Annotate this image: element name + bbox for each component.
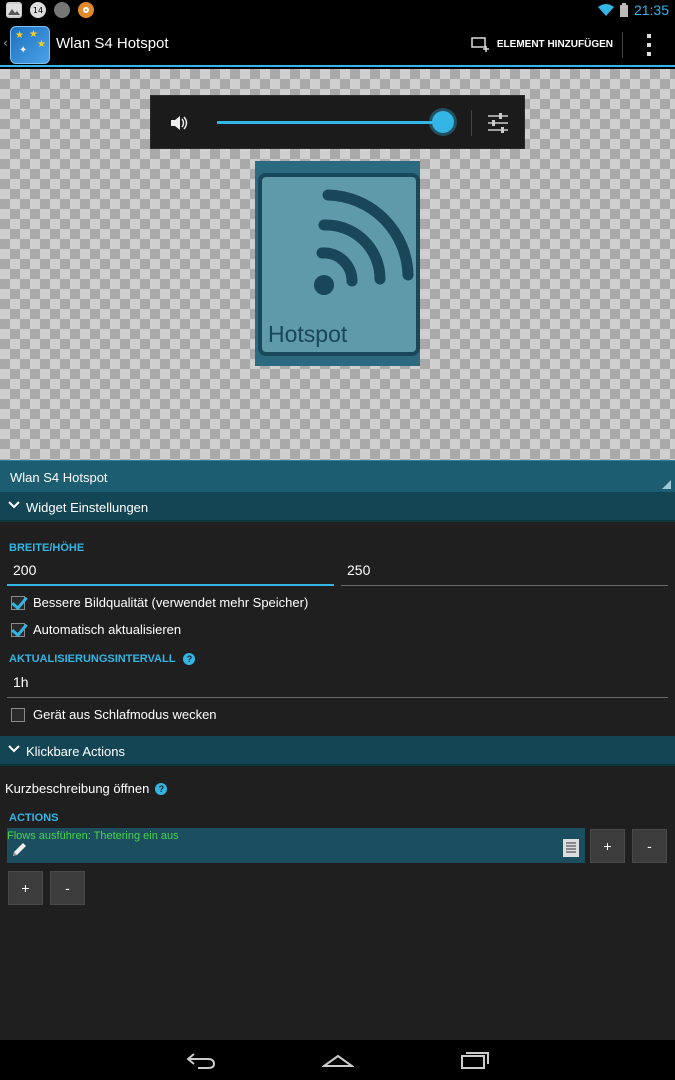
widget-settings-title: Widget Einstellungen [26,500,149,515]
up-caret-icon[interactable]: ‹ [3,36,8,50]
help-icon[interactable]: ? [183,653,196,665]
add-element-label: ELEMENT HINZUFÜGEN [496,38,613,50]
recent-apps-icon[interactable] [460,1050,490,1070]
gallery-icon [6,2,22,18]
wifi-signal-icon [314,189,414,295]
widget-label: Hotspot [268,321,348,347]
add-element-button[interactable]: ELEMENT HINZUFÜGEN [471,36,613,52]
help-icon[interactable]: ? [155,782,168,795]
add-element-icon [471,37,489,52]
widget-preview: Hotspot [0,69,675,460]
action-remove-button[interactable]: - [632,829,667,863]
hotspot-widget[interactable]: Hotspot [255,161,420,366]
speaker-icon[interactable] [169,113,189,133]
clickable-actions-header[interactable]: Klickbare Actions [0,736,675,766]
clock: 21:35 [633,2,669,18]
size-label: BREITE/HÖHE [9,542,85,554]
settings-panel: Wlan S4 Hotspot Widget Einstellungen BRE… [0,460,675,1040]
interval-label: AKTUALISIERUNGSINTERVALL [9,653,176,665]
auto-update-label: Automatisch aktualisieren [33,622,182,637]
volume-panel [150,95,525,149]
width-input[interactable]: 200 [7,558,334,586]
widget-name-field[interactable]: Wlan S4 Hotspot [0,460,675,492]
status-indicators: 21:35 [597,2,669,18]
better-quality-label: Bessere Bildqualität (verwendet mehr Spe… [33,595,309,610]
status-notifications: 14 [6,2,94,18]
wake-checkbox[interactable] [11,707,25,722]
widget-settings-header[interactable]: Widget Einstellungen [0,492,675,522]
calendar-badge-icon: 14 [30,2,46,18]
chevron-down-icon [8,743,20,757]
action-add-button[interactable]: + [590,829,625,863]
clickable-actions-title: Klickbare Actions [26,744,125,759]
height-input[interactable]: 250 [341,558,668,586]
auto-update-option[interactable]: Automatisch aktualisieren [11,622,181,637]
hotspot-widget-face: Hotspot [258,173,420,356]
actions-label: ACTIONS [9,812,59,824]
volume-slider-thumb[interactable] [432,111,454,133]
wake-label: Gerät aus Schlafmodus wecken [33,707,217,722]
status-bar: 14 21:35 [0,0,675,22]
interval-label-row: AKTUALISIERUNGSINTERVALL ? [9,653,196,665]
back-icon[interactable] [186,1050,216,1070]
better-quality-checkbox[interactable] [11,595,25,610]
list-icon[interactable] [563,839,579,857]
wake-option[interactable]: Gerät aus Schlafmodus wecken [11,707,217,722]
app-title: Wlan S4 Hotspot [56,35,169,52]
notif-count: 14 [32,5,44,15]
volume-slider-track[interactable] [217,121,443,124]
home-icon[interactable] [322,1050,354,1070]
sliders-settings-icon[interactable] [487,112,509,134]
pencil-icon[interactable] [11,840,29,858]
action-item-text: Flows ausführen: Thetering ein aus [7,830,179,842]
wifi-icon [597,4,614,16]
volume-divider [471,110,472,136]
battery-icon [619,3,628,17]
app-icon[interactable]: ★ ★ ★ ✦ [10,26,50,64]
open-description-label: Kurzbeschreibung öffnen [5,781,150,796]
action-list-item[interactable]: Flows ausführen: Thetering ein aus [7,828,585,863]
action-bar: ‹ ★ ★ ★ ✦ Wlan S4 Hotspot ELEMENT HINZUF… [0,22,675,67]
remove-action-button[interactable]: - [50,871,85,905]
action-divider [622,32,623,58]
add-action-button[interactable]: + [8,871,43,905]
resize-corner-icon [662,480,671,489]
better-quality-option[interactable]: Bessere Bildqualität (verwendet mehr Spe… [11,595,308,610]
overflow-menu-icon[interactable] [645,34,653,56]
open-description-row[interactable]: Kurzbeschreibung öffnen ? [5,781,168,796]
interval-input[interactable]: 1h [7,670,668,698]
auto-update-checkbox[interactable] [11,622,25,637]
chevron-down-icon [8,499,20,513]
ring-notification-icon [78,2,94,18]
widget-name-value: Wlan S4 Hotspot [10,470,108,485]
navigation-bar [0,1040,675,1080]
app-notification-icon [54,2,70,18]
